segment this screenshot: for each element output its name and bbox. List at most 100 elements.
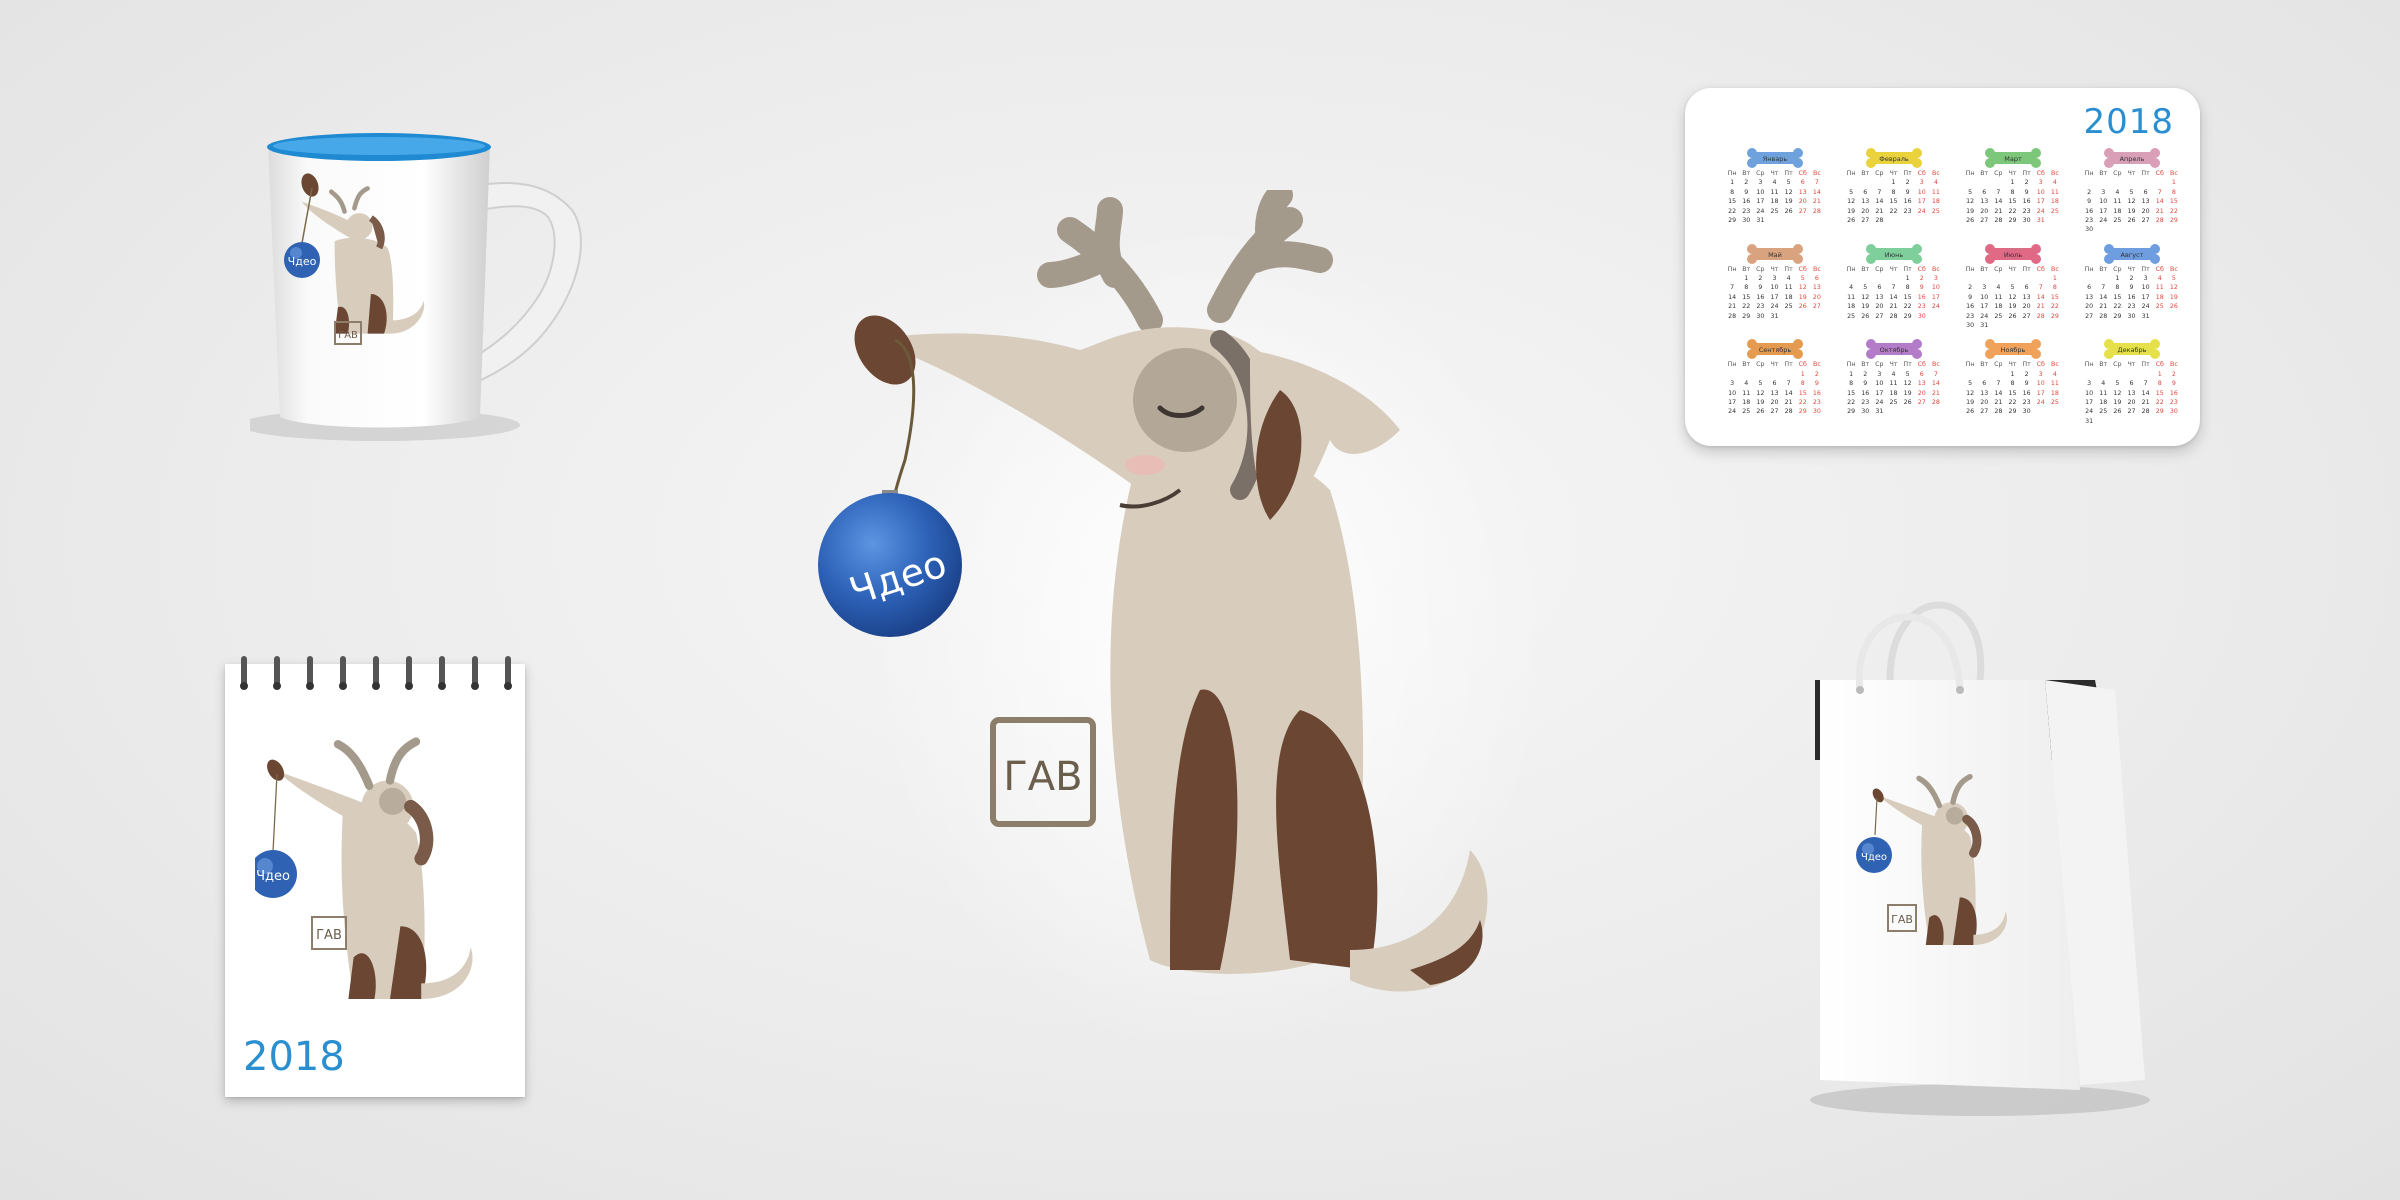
calendar-day: 22 (1847, 398, 1856, 406)
weekday-header: Сб (2155, 170, 2164, 177)
calendar-day: 19 (1756, 398, 1765, 406)
calendar-day: 19 (1847, 207, 1856, 215)
weekday-header: Вт (1742, 170, 1751, 177)
month-days-grid: Пн Вт Ср Чт Пт Сб Вс 1 2 3 4 5 6 7 8 9 10 11 12 13 14 15 16 17 1… (1725, 360, 1824, 416)
calendar-day: 25 (2113, 217, 2122, 225)
calendar-day: 29 (2050, 312, 2059, 320)
calendar-day: 31 (1756, 217, 1765, 225)
month-name: Февраль (1879, 155, 1909, 163)
calendar-day: 18 (1742, 398, 1751, 406)
calendar-day: 28 (1994, 408, 2003, 416)
calendar-day: 28 (1875, 217, 1884, 225)
calendar-day: 12 (2008, 293, 2017, 301)
month-name: Июнь (1884, 251, 1903, 259)
weekday-header: Пт (1784, 361, 1793, 369)
calendar-day: 17 (2141, 293, 2150, 301)
calendar-day: 10 (1917, 188, 1926, 196)
calendar-day: 3 (2087, 380, 2092, 388)
calendar-day: 14 (1994, 198, 2003, 206)
calendar-day: 11 (1770, 188, 1779, 196)
bone-icon: Сентябрь (1746, 339, 1803, 360)
bag-handle-front (1855, 613, 1964, 691)
month-name: Август (2120, 251, 2143, 259)
calendar-day: 18 (1931, 198, 1940, 206)
calendar-day: 13 (2085, 293, 2094, 301)
notepad-bauble-text: Чдео (256, 869, 290, 884)
calendar-day: 28 (2141, 408, 2150, 416)
calendar-day: 9 (1758, 284, 1763, 292)
calendar-day: 17 (2036, 198, 2045, 206)
weekday-header: Чт (2127, 265, 2136, 273)
calendar-day: 19 (1784, 198, 1793, 206)
calendar-day: 1 (1730, 179, 1735, 187)
calendar-day: 19 (1798, 293, 1807, 301)
calendar-day: 6 (2087, 284, 2092, 292)
weekday-header: Пт (2022, 361, 2031, 369)
calendar-day: 24 (1875, 398, 1884, 406)
calendar-day: 9 (2171, 380, 2176, 388)
calendar-day: 5 (2129, 188, 2134, 196)
weekday-header: Чт (1889, 170, 1898, 177)
weekday-header: Пт (2022, 170, 2031, 177)
calendar-year: 2018 (2083, 102, 2174, 142)
calendar-day: 11 (1784, 284, 1793, 292)
calendar-day: 9 (1905, 188, 1910, 196)
weekday-header: Вт (1861, 170, 1870, 177)
bone-icon: Июль (1984, 243, 2041, 264)
calendar-month: Февраль Пн Вт Ср Чт Пт Сб Вс 1 2 3 4 5 6 7 8 9 10 11 12 13 14… (1844, 148, 1943, 242)
calendar-day: 4 (1996, 284, 2001, 292)
calendar-day: 27 (2127, 408, 2136, 416)
calendar-day: 28 (1812, 207, 1821, 215)
calendar-day: 6 (1919, 370, 1924, 378)
calendar-month: Октябрь Пн Вт Ср Чт Пт Сб Вс 1 2 3 4 5 6 7 8 9 10 11 12 13 14… (1844, 339, 1943, 433)
calendar-day: 8 (2115, 284, 2120, 292)
calendar-day: 2 (2087, 188, 2092, 196)
calendar-day: 16 (2022, 389, 2031, 397)
calendar-day: 13 (1875, 293, 1884, 301)
calendar-day: 18 (2050, 198, 2059, 206)
calendar-day: 1 (2115, 275, 2120, 283)
calendar-day: 2 (1968, 284, 1973, 292)
bone-icon: Август (2103, 243, 2160, 264)
calendar-day: 2 (1863, 370, 1868, 378)
notepad-gav-text: ГАВ (316, 928, 342, 943)
calendar-day: 19 (1861, 303, 1870, 311)
calendar-day: 4 (2115, 188, 2120, 196)
calendar-day: 17 (1728, 398, 1737, 406)
calendar-day: 11 (1742, 389, 1751, 397)
calendar-day: 16 (1903, 198, 1912, 206)
calendar-day: 13 (1980, 198, 1989, 206)
calendar-day: 7 (1786, 380, 1791, 388)
calendar-day: 16 (1756, 293, 1765, 301)
weekday-header: Пн (2084, 361, 2094, 369)
calendar-day: 10 (1770, 284, 1779, 292)
calendar-day: 16 (2169, 389, 2178, 397)
weekday-header: Вс (2170, 361, 2178, 369)
calendar-day: 11 (2155, 284, 2164, 292)
calendar-day: 30 (1861, 408, 1870, 416)
calendar-day: 16 (1812, 389, 1821, 397)
calendar-day: 30 (1742, 217, 1751, 225)
weekday-header: Сб (2036, 170, 2045, 177)
mug: Чдео ГАВ (250, 133, 582, 441)
calendar-day: 15 (1847, 389, 1856, 397)
calendar-month: Июнь Пн Вт Ср Чт Пт Сб Вс 1 2 3 4 5 6 7 8 9 10 11 12 13 14 15 1… (1844, 243, 1943, 338)
calendar-day: 25 (1770, 207, 1779, 215)
calendar-day: 9 (2024, 188, 2029, 196)
weekday-header: Ср (1875, 170, 1884, 177)
mug-gav-text: ГАВ (338, 330, 358, 341)
calendar-day: 9 (2087, 198, 2092, 206)
calendar-day: 15 (1742, 293, 1751, 301)
calendar-day: 12 (1966, 198, 1975, 206)
weekday-header: Ср (1994, 170, 2003, 177)
bone-icon: Январь (1746, 148, 1803, 168)
calendar-day: 24 (2141, 303, 2150, 311)
spiral-ring (472, 656, 478, 686)
calendar-day: 26 (1756, 408, 1765, 416)
calendar-day: 29 (2008, 408, 2017, 416)
month-name: Декабрь (2117, 346, 2146, 354)
calendar-day: 26 (2169, 303, 2178, 311)
calendar-day: 12 (2127, 198, 2136, 206)
weekday-header: Пт (2141, 265, 2150, 273)
calendar-day: 5 (1968, 380, 1973, 388)
